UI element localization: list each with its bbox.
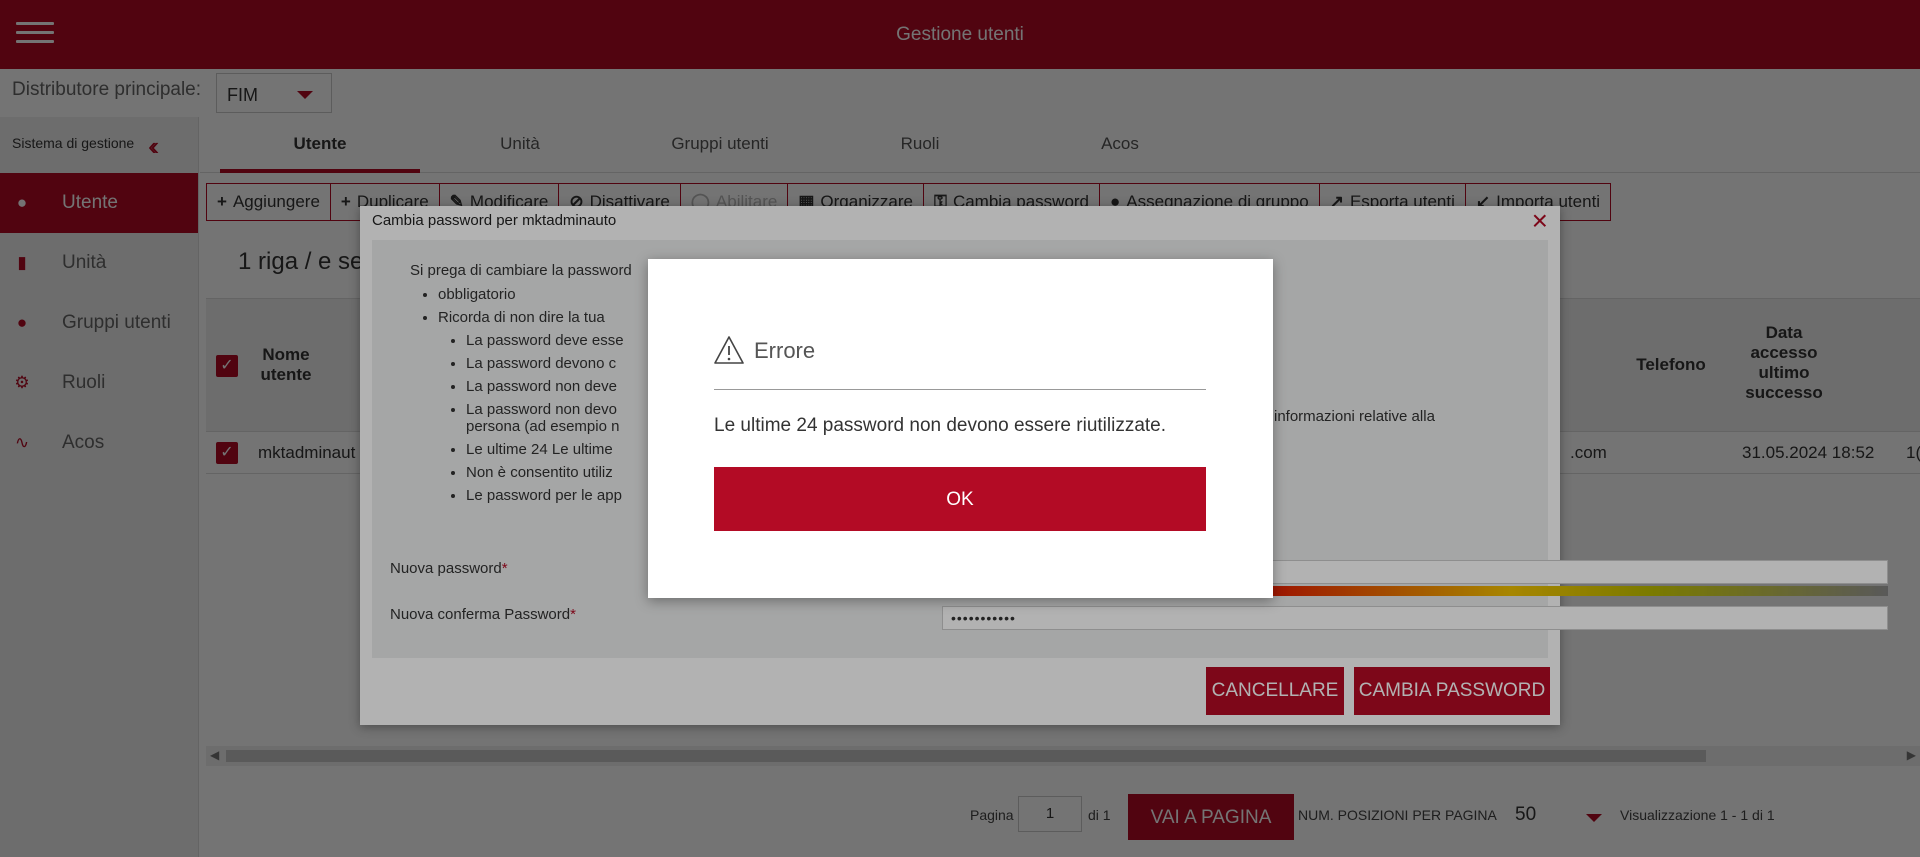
error-alert: Errore Le ultime 24 password non devono … — [648, 259, 1273, 598]
alert-divider — [714, 389, 1206, 390]
alert-title: Errore — [754, 338, 816, 363]
warning-icon — [714, 336, 744, 364]
alert-message: Le ultime 24 password non devono essere … — [714, 415, 1167, 436]
ok-button[interactable]: OK — [714, 467, 1206, 531]
